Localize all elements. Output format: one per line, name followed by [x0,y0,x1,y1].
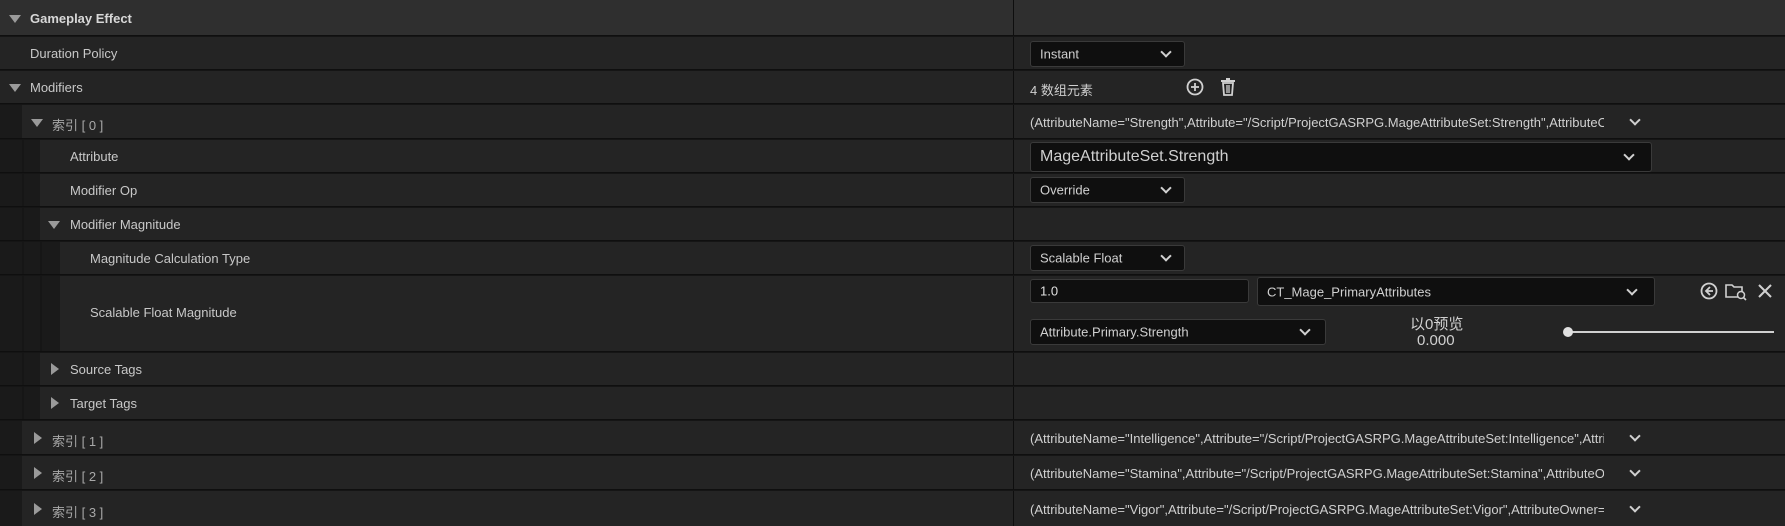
property-modifier-magnitude: Modifier Magnitude [0,208,1785,241]
array-element-2: 索引 [ 2 ] (AttributeName="Stamina",Attrib… [0,456,1785,490]
chevron-down-icon [1160,46,1172,58]
curve-table-value: CT_Mage_PrimaryAttributes [1267,284,1431,299]
duration-policy-value: Instant [1040,46,1080,62]
preview-label: 以0预览 [1410,316,1464,333]
property-modifiers: Modifiers 4 数组元素 [0,71,1785,104]
row-name-dropdown[interactable]: Attribute.Primary.Strength [1030,319,1326,345]
attribute-value: MageAttributeSet.Strength [1040,148,1229,165]
curve-table-dropdown[interactable]: CT_Mage_PrimaryAttributes [1257,277,1655,306]
modifiers-label: Modifiers [30,80,83,95]
magnitude-calc-type-value: Scalable Float [1040,250,1123,266]
expand-arrow-icon[interactable] [34,503,42,515]
chevron-down-icon [1160,250,1172,262]
property-modifier-op: Modifier Op Override [0,174,1785,207]
expand-arrow-icon[interactable] [34,432,42,444]
chevron-down-icon [1160,182,1172,194]
scalable-float-label: Scalable Float Magnitude [90,305,237,320]
expand-arrow-icon[interactable] [48,221,60,229]
array-element-0: 索引 [ 0 ] (AttributeName="Strength",Attri… [0,105,1785,139]
preview-slider-knob[interactable] [1563,327,1573,337]
chevron-down-icon [1623,149,1635,161]
array-element-summary: (AttributeName="Vigor",Attribute="/Scrip… [1030,502,1604,517]
details-panel: Gameplay Effect Duration Policy Instant … [0,0,1785,526]
preview-value: 0.000 [1417,332,1455,349]
array-index-label: 索引 [ 2 ] [52,469,104,484]
array-index-label: 索引 [ 1 ] [52,434,104,449]
array-element-1: 索引 [ 1 ] (AttributeName="Intelligence",A… [0,421,1785,455]
magnitude-calc-type-dropdown[interactable]: Scalable Float [1030,245,1185,271]
attribute-dropdown[interactable]: MageAttributeSet.Strength [1030,142,1652,172]
array-element-3: 索引 [ 3 ] (AttributeName="Vigor",Attribut… [0,491,1785,526]
expand-arrow-icon[interactable] [31,119,43,127]
modifier-magnitude-label: Modifier Magnitude [70,217,181,232]
modifier-op-label: Modifier Op [70,183,138,198]
row-name-value: Attribute.Primary.Strength [1040,324,1189,340]
property-target-tags: Target Tags [0,387,1785,420]
modifier-op-dropdown[interactable]: Override [1030,177,1185,203]
scalable-float-value-input[interactable]: 1.0 [1030,279,1249,303]
expand-arrow-icon[interactable] [34,467,42,479]
expand-arrow-icon[interactable] [51,363,59,375]
array-index-label: 索引 [ 3 ] [52,505,104,520]
expand-arrow-icon[interactable] [9,84,21,92]
clear-x-icon[interactable] [1755,281,1775,301]
scalable-float-value: 1.0 [1040,283,1059,299]
array-element-summary: (AttributeName="Strength",Attribute="/Sc… [1030,115,1604,130]
duration-policy-label: Duration Policy [30,46,118,61]
category-title: Gameplay Effect [30,11,132,26]
modifier-op-value: Override [1040,182,1090,198]
magnitude-calc-type-label: Magnitude Calculation Type [90,251,251,266]
target-tags-label: Target Tags [70,396,137,411]
browse-folder-icon[interactable] [1724,281,1748,301]
property-attribute: Attribute MageAttributeSet.Strength [0,140,1785,173]
array-element-summary: (AttributeName="Stamina",Attribute="/Scr… [1030,466,1604,481]
plus-circle-icon[interactable] [1185,77,1205,97]
trash-icon[interactable] [1218,77,1238,97]
modifiers-count: 4 数组元素 [1030,83,1093,98]
use-selected-arrow-icon[interactable] [1699,281,1719,301]
expand-arrow-icon[interactable] [51,397,59,409]
preview-slider-track[interactable] [1568,331,1774,333]
expand-arrow-icon[interactable] [9,15,21,23]
property-scalable-float-magnitude: Scalable Float Magnitude 1.0 CT_Mage_Pri… [0,276,1785,352]
property-source-tags: Source Tags [0,353,1785,386]
property-duration-policy: Duration Policy Instant [0,37,1785,70]
chevron-down-icon [1626,284,1638,296]
duration-policy-dropdown[interactable]: Instant [1030,41,1185,67]
source-tags-label: Source Tags [70,362,143,377]
property-magnitude-calculation-type: Magnitude Calculation Type Scalable Floa… [0,242,1785,275]
chevron-down-icon [1299,324,1311,336]
category-gameplay-effect[interactable]: Gameplay Effect [0,0,1785,36]
array-element-summary: (AttributeName="Intelligence",Attribute=… [1030,431,1604,446]
array-index-label: 索引 [ 0 ] [52,118,104,133]
attribute-label: Attribute [70,149,119,164]
